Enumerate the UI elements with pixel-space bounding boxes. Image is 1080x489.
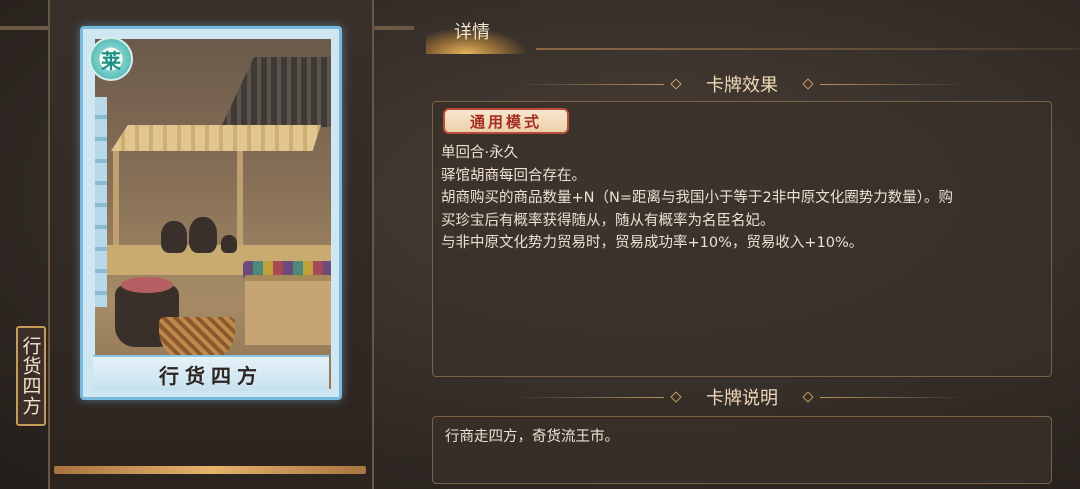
awning-illustration xyxy=(111,125,321,151)
effect-panel: 通用模式 单回合·永久 驿馆胡商每回合存在。 胡商购买的商品数量+N（N=距离与… xyxy=(432,101,1052,377)
card-side-strip xyxy=(95,97,107,307)
card-title-plate: 行货四方 xyxy=(93,355,329,391)
tab-details-label: 详情 xyxy=(454,22,490,43)
effect-section-header: 卡牌效果 xyxy=(432,71,1052,97)
tab-details[interactable]: 详情 xyxy=(426,14,536,54)
effect-line: 买珍宝后有概率获得随从，随从有概率为名臣名妃。 xyxy=(441,212,775,229)
effect-line: 与非中原文化势力贸易时，贸易成功率+10%，贸易收入+10%。 xyxy=(441,235,864,251)
divider-line xyxy=(514,83,664,85)
jar-illustration xyxy=(161,221,187,253)
effect-line: 单回合·永久 xyxy=(441,145,519,161)
mode-badge: 通用模式 xyxy=(443,108,569,134)
jar-illustration xyxy=(221,235,237,253)
card-art[interactable]: 莱 行货四方 xyxy=(80,26,342,400)
effect-section-title: 卡牌效果 xyxy=(706,75,778,96)
jar-illustration xyxy=(189,217,217,253)
divider-line xyxy=(820,396,970,398)
description-section-title: 卡牌说明 xyxy=(706,388,778,409)
effect-line: 胡商购买的商品数量+N（N=距离与我国小于等于2非中原文化圈势力数量）。购 xyxy=(441,190,953,206)
card-illustration xyxy=(95,39,331,389)
effect-text: 单回合·永久 驿馆胡商每回合存在。 胡商购买的商品数量+N（N=距离与我国小于等… xyxy=(441,142,1021,255)
diamond-ornament-icon xyxy=(670,391,682,403)
diamond-ornament-icon xyxy=(802,78,814,90)
diamond-ornament-icon xyxy=(802,391,814,403)
description-section-header: 卡牌说明 xyxy=(432,384,1052,410)
card-frame-bottom-bar xyxy=(54,466,366,474)
card-side-name-tag: 行货四方 xyxy=(16,326,46,426)
divider-line xyxy=(514,396,664,398)
effect-line: 驿馆胡商每回合存在。 xyxy=(441,167,586,184)
diamond-ornament-icon xyxy=(670,78,682,90)
description-panel: 行商走四方，奇货流王市。 xyxy=(432,416,1052,484)
divider-line xyxy=(820,83,970,85)
roof-illustration xyxy=(221,57,331,127)
header-divider xyxy=(536,48,1080,50)
crate-illustration xyxy=(245,275,331,345)
faction-icon: 莱 xyxy=(89,37,133,81)
description-text: 行商走四方，奇货流王市。 xyxy=(445,429,619,445)
